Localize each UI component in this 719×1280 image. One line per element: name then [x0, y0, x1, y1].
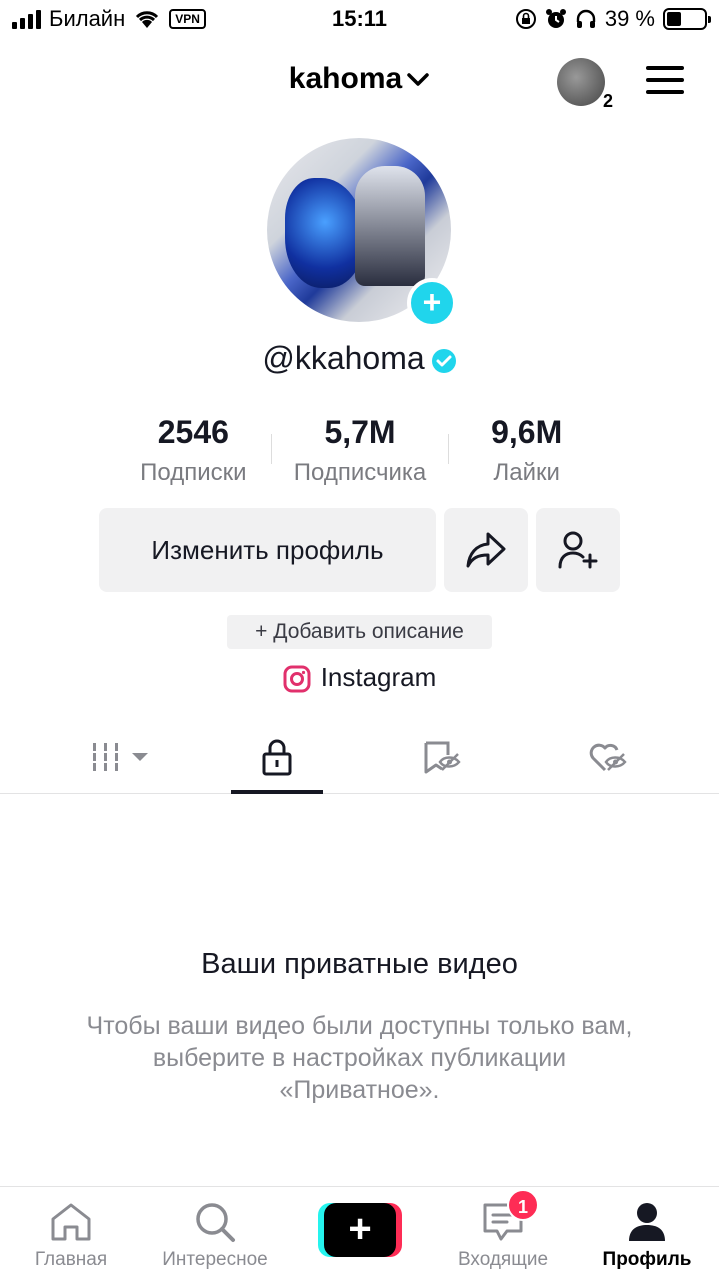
home-icon — [51, 1203, 91, 1241]
add-description-button[interactable]: + Добавить описание — [227, 615, 492, 649]
stat-divider — [448, 434, 449, 464]
profile-icon — [629, 1203, 665, 1241]
empty-state-description: Чтобы ваши видео были доступны только ва… — [86, 1012, 633, 1104]
create-video-button[interactable]: + — [318, 1203, 402, 1257]
share-profile-button[interactable] — [444, 508, 528, 592]
tab-liked[interactable] — [568, 734, 648, 780]
stat-following[interactable]: 2546 Подписки — [110, 414, 277, 490]
tab-private[interactable] — [231, 734, 323, 780]
profile-handle-row: @kkahoma — [0, 340, 719, 377]
menu-icon[interactable] — [646, 66, 684, 94]
inbox-count-badge: 1 — [507, 1189, 539, 1221]
status-bar: Билайн VPN 15:11 39 % — [0, 0, 719, 40]
nav-inbox[interactable]: 1 Входящие — [433, 1189, 573, 1271]
hidden-heart-icon — [589, 743, 627, 772]
battery-percentage: 39 % — [604, 6, 655, 31]
edit-profile-button[interactable]: Изменить профиль — [99, 508, 436, 592]
rotation-lock-icon — [515, 9, 536, 29]
lock-icon — [262, 739, 292, 776]
empty-state-title: Ваши приватные видео — [201, 948, 518, 980]
stories-avatar[interactable]: 2 — [557, 58, 613, 111]
active-tab-indicator — [231, 790, 323, 794]
stat-value: 2546 — [157, 414, 229, 450]
instagram-icon — [283, 665, 311, 693]
tab-reposts[interactable] — [402, 734, 482, 780]
profile-tabs — [0, 720, 719, 794]
profile-handle: @kkahoma — [262, 340, 425, 376]
hidden-bookmark-icon — [424, 741, 461, 774]
chevron-down-icon[interactable] — [406, 72, 430, 88]
headphones-icon — [576, 9, 596, 28]
nav-discover[interactable]: Интересное — [145, 1199, 285, 1271]
instagram-label[interactable]: Instagram — [321, 662, 437, 692]
search-icon — [196, 1203, 235, 1242]
nav-discover-label: Интересное — [162, 1249, 268, 1270]
add-story-button[interactable]: + — [407, 278, 457, 328]
plus-icon: + — [324, 1203, 396, 1257]
instagram-link[interactable]: Instagram — [0, 662, 719, 693]
alarm-icon — [545, 9, 566, 28]
share-arrow-icon — [466, 532, 506, 568]
tab-videos[interactable] — [80, 734, 160, 780]
stat-label: Подписчика — [293, 459, 427, 486]
bottom-navigation: Главная Интересное + 1 Входящие Профиль — [0, 1186, 719, 1280]
stat-value: 5,7M — [324, 414, 396, 450]
nav-inbox-label: Входящие — [457, 1249, 549, 1270]
nav-home[interactable]: Главная — [1, 1199, 141, 1271]
nav-home-label: Главная — [34, 1249, 108, 1270]
stat-likes[interactable]: 9,6M Лайки — [443, 414, 610, 490]
profile-header: kahoma 2 — [0, 50, 719, 111]
stat-followers[interactable]: 5,7M Подписчика — [277, 414, 444, 490]
stat-divider — [271, 434, 272, 464]
add-user-icon — [558, 531, 598, 569]
profile-stats: 2546 Подписки 5,7M Подписчика 9,6M Лайки — [110, 414, 610, 490]
nav-profile-label: Профиль — [602, 1249, 692, 1270]
stat-label: Лайки — [493, 459, 560, 486]
stories-count-badge: 2 — [602, 91, 613, 111]
battery-icon — [663, 8, 711, 30]
add-friends-button[interactable] — [536, 508, 620, 592]
grid-icon — [91, 743, 121, 771]
profile-avatar-container: + — [267, 138, 457, 328]
nav-profile[interactable]: Профиль — [577, 1199, 717, 1271]
caret-down-icon[interactable] — [131, 751, 149, 763]
stat-value: 9,6M — [491, 414, 563, 450]
account-username[interactable]: kahoma — [289, 62, 402, 95]
verified-badge-icon — [431, 348, 456, 373]
stat-label: Подписки — [140, 459, 247, 486]
